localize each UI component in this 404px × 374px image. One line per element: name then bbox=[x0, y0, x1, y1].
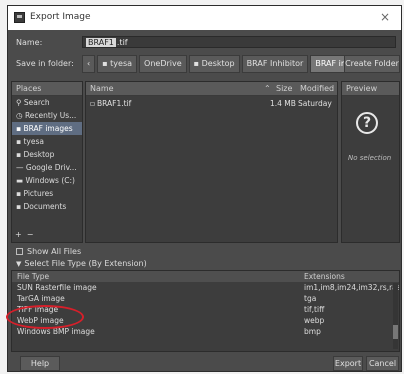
name-input[interactable]: BRAF1 .tif bbox=[82, 36, 396, 48]
file-type-ext: tga bbox=[304, 294, 317, 303]
select-file-type-expander[interactable]: ▼ Select File Type (By Extension) bbox=[16, 259, 147, 268]
place-label: tyesa bbox=[23, 137, 44, 146]
place-add-remove: + − bbox=[15, 230, 34, 239]
crumb-label: tyesa bbox=[110, 59, 133, 68]
window-title: Export Image bbox=[30, 12, 91, 22]
checkbox-label: Show All Files bbox=[27, 247, 82, 256]
scrollbar-thumb[interactable] bbox=[393, 325, 398, 339]
preview-header: Preview bbox=[342, 82, 399, 96]
place-braf-images[interactable]: ▪ BRAF images bbox=[12, 122, 82, 135]
file-type-name: WebP image bbox=[17, 316, 64, 325]
sort-arrow-icon: ⌃ bbox=[264, 84, 271, 93]
file-list-header: Name ⌃ Size Modified bbox=[86, 82, 337, 96]
export-image-dialog: Export Image × Name: BRAF1 .tif Save in f… bbox=[6, 5, 402, 372]
place-pictures[interactable]: ▪ Pictures bbox=[12, 187, 82, 200]
clock-icon: ◷ bbox=[16, 111, 25, 120]
file-type-row[interactable]: SUN Rasterfile image im1,im8,im24,im32,rs… bbox=[12, 282, 399, 293]
place-label: Recently Us... bbox=[24, 111, 77, 120]
save-in-folder-label: Save in folder: bbox=[16, 59, 74, 68]
file-type-ext: im1,im8,im24,im32,rs,ras bbox=[304, 283, 400, 292]
drive-icon: — bbox=[16, 163, 26, 172]
folder-icon: ▪ bbox=[193, 59, 202, 68]
name-extension-text: .tif bbox=[116, 38, 128, 47]
question-mark-icon: ? bbox=[356, 112, 378, 134]
place-label: Windows (C:) bbox=[25, 176, 75, 185]
path-bar: ‹ ▪ tyesa OneDrive ▪ Desktop BRAF Inhibi… bbox=[82, 55, 373, 73]
file-type-scrollbar[interactable] bbox=[393, 283, 398, 349]
export-button[interactable]: Export bbox=[333, 356, 363, 371]
file-type-name: TIFF image bbox=[17, 305, 59, 314]
file-type-row[interactable]: Windows BMP image bmp bbox=[12, 326, 399, 337]
place-documents[interactable]: ▪ Documents bbox=[12, 200, 82, 213]
triangle-down-icon: ▼ bbox=[16, 260, 22, 268]
file-type-header: File Type Extensions bbox=[12, 271, 399, 282]
column-modified[interactable]: Modified bbox=[300, 82, 334, 96]
place-label: Documents bbox=[23, 202, 67, 211]
column-name[interactable]: Name bbox=[90, 82, 114, 96]
create-folder-button[interactable]: Create Folder bbox=[344, 55, 400, 73]
file-type-name: TarGA image bbox=[17, 294, 65, 303]
file-modified: Saturday bbox=[298, 99, 332, 108]
path-crumb-braf-inhibitor[interactable]: BRAF Inhibitor bbox=[241, 55, 309, 73]
place-label: Desktop bbox=[23, 150, 55, 159]
place-label: Search bbox=[23, 98, 50, 107]
search-icon: ⚲ bbox=[16, 98, 24, 107]
file-type-row-tiff[interactable]: TIFF image tif,tiff bbox=[12, 304, 399, 315]
place-google-drive[interactable]: — Google Driv... bbox=[12, 161, 82, 174]
add-place-icon[interactable]: + bbox=[15, 230, 22, 239]
places-panel: Places ⚲ Search ◷ Recently Us... ▪ BRAF … bbox=[11, 81, 83, 243]
place-tyesa[interactable]: ▪ tyesa bbox=[12, 135, 82, 148]
file-list-panel: Name ⌃ Size Modified ▫ BRAF1.tif 1.4 MB … bbox=[85, 81, 338, 243]
preview-panel: Preview ? No selection bbox=[341, 81, 400, 243]
folder-icon: ▪ bbox=[102, 59, 111, 68]
path-crumb-onedrive[interactable]: OneDrive bbox=[139, 55, 187, 73]
preview-no-selection: No selection bbox=[348, 154, 392, 162]
file-type-ext: tif,tiff bbox=[304, 305, 325, 314]
expander-label: Select File Type (By Extension) bbox=[24, 259, 147, 268]
file-name: BRAF1.tif bbox=[97, 99, 132, 108]
path-crumb-tyesa[interactable]: ▪ tyesa bbox=[97, 55, 138, 73]
column-size[interactable]: Size bbox=[276, 82, 292, 96]
crumb-label: Desktop bbox=[201, 59, 235, 68]
app-icon bbox=[14, 12, 25, 23]
name-label: Name: bbox=[16, 38, 43, 47]
places-header: Places bbox=[12, 82, 82, 96]
cancel-button[interactable]: Cancel bbox=[366, 356, 399, 371]
close-icon[interactable]: × bbox=[377, 9, 393, 26]
place-desktop[interactable]: ▪ Desktop bbox=[12, 148, 82, 161]
file-type-ext: webp bbox=[304, 316, 325, 325]
checkbox-box bbox=[16, 248, 23, 255]
place-recently-used[interactable]: ◷ Recently Us... bbox=[12, 109, 82, 122]
path-crumb-desktop[interactable]: ▪ Desktop bbox=[188, 55, 240, 73]
help-button[interactable]: Help bbox=[20, 356, 60, 371]
place-label: BRAF images bbox=[23, 124, 73, 133]
file-type-name: SUN Rasterfile image bbox=[17, 283, 97, 292]
title-bar: Export Image × bbox=[8, 6, 401, 30]
remove-place-icon[interactable]: − bbox=[27, 230, 34, 239]
column-file-type[interactable]: File Type bbox=[17, 272, 49, 281]
file-type-name: Windows BMP image bbox=[17, 327, 95, 336]
file-type-row[interactable]: TarGA image tga bbox=[12, 293, 399, 304]
file-icon: ▫ bbox=[90, 99, 96, 108]
file-type-list: File Type Extensions SUN Rasterfile image… bbox=[11, 270, 400, 352]
file-type-row[interactable]: WebP image webp bbox=[12, 315, 399, 326]
place-search[interactable]: ⚲ Search bbox=[12, 96, 82, 109]
path-back-button[interactable]: ‹ bbox=[82, 55, 96, 73]
file-size: 1.4 MB bbox=[270, 99, 296, 108]
place-label: Pictures bbox=[23, 189, 54, 198]
file-type-ext: bmp bbox=[304, 327, 321, 336]
show-all-files-checkbox[interactable]: Show All Files bbox=[16, 247, 81, 256]
file-row[interactable]: ▫ BRAF1.tif 1.4 MB Saturday bbox=[86, 98, 337, 110]
place-label: Google Driv... bbox=[25, 163, 77, 172]
place-windows-c[interactable]: ▬ Windows (C:) bbox=[12, 174, 82, 187]
column-extensions[interactable]: Extensions bbox=[304, 271, 345, 282]
name-selected-text: BRAF1 bbox=[86, 38, 116, 47]
